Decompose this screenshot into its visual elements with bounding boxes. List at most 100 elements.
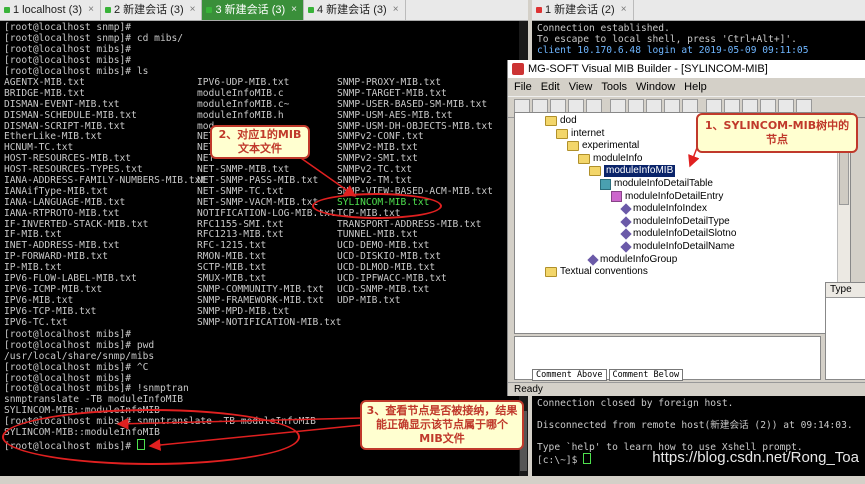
- terminal-line: [root@localhost mibs]# ^C: [4, 361, 149, 373]
- tree-node[interactable]: internet: [556, 128, 604, 140]
- callout-3: 3、查看节点是否被接纳，结果能正确显示该节点属于哪个MIB文件: [360, 400, 524, 450]
- tab-comment-below[interactable]: Comment Below: [608, 369, 684, 381]
- close-icon[interactable]: ×: [190, 0, 196, 20]
- tab-label: 2 新建会话 (3): [113, 4, 184, 16]
- mib-builder-window: MG-SOFT Visual MIB Builder - [SYLINCOM-M…: [507, 60, 865, 396]
- right-tab-bar: 1 新建会话 (2) ×: [532, 0, 865, 21]
- ls-file-entry: SNMP-MPD-MIB.txt: [197, 305, 290, 317]
- folder-icon: [567, 141, 579, 152]
- tree-node[interactable]: moduleInfoMIB: [589, 165, 676, 178]
- menu-help[interactable]: Help: [684, 81, 707, 93]
- leaf-icon: [620, 228, 632, 241]
- ls-file-entry: [337, 318, 493, 329]
- tree-node[interactable]: Textual conventions: [545, 266, 648, 278]
- window-title: MG-SOFT Visual MIB Builder - [SYLINCOM-M…: [528, 63, 768, 75]
- folder-icon: [589, 166, 601, 177]
- tree-node-label: moduleInfoDetailType: [633, 215, 730, 227]
- app-icon: [512, 63, 524, 75]
- tree-node-label: moduleInfoGroup: [600, 253, 678, 265]
- tree-node-label: moduleInfoDetailName: [633, 241, 735, 252]
- sylincom-file-ellipse: [312, 193, 442, 219]
- close-icon[interactable]: ×: [621, 0, 627, 20]
- tree-node-label: experimental: [582, 140, 640, 152]
- left-tab-1[interactable]: 1 localhost (3) ×: [0, 0, 101, 20]
- tab-label: 1 localhost (3): [13, 4, 83, 16]
- tree-node-label: Textual conventions: [560, 266, 648, 278]
- menu-edit[interactable]: Edit: [541, 81, 560, 93]
- cursor: [583, 453, 592, 465]
- ls-file-entry: IPV6-TC.txt: [4, 316, 68, 328]
- menu-tools[interactable]: Tools: [601, 81, 627, 93]
- tree-node-label: moduleInfo: [593, 152, 643, 164]
- ls-file-entry: IPV6-TCP-MIB.txt: [4, 305, 97, 317]
- terminal-line: Disconnected from remote host(新建会话 (2)) …: [537, 419, 853, 431]
- close-icon[interactable]: ×: [88, 0, 94, 20]
- tree-node[interactable]: moduleInfoDetailSlotno: [620, 228, 737, 241]
- entry-icon: [611, 191, 622, 203]
- tree-node-label: dod: [560, 115, 577, 126]
- type-column-header[interactable]: Type: [826, 283, 865, 298]
- tab-label: 3 新建会话 (3): [215, 4, 286, 16]
- ls-file-entry: SNMP-NOTIFICATION-MIB.txt: [197, 316, 342, 328]
- mib-builder-titlebar[interactable]: MG-SOFT Visual MIB Builder - [SYLINCOM-M…: [508, 60, 865, 78]
- close-icon[interactable]: ×: [291, 0, 297, 20]
- left-tab-bar: 1 localhost (3) × 2 新建会话 (3) × 3 新建会话 (3) × 4 …: [0, 0, 528, 21]
- comment-tabs: Comment Above Comment Below: [532, 369, 684, 381]
- tree-node[interactable]: moduleInfoGroup: [587, 253, 678, 266]
- tree-node[interactable]: moduleInfoIndex: [620, 203, 707, 215]
- menu-window[interactable]: Window: [636, 81, 675, 93]
- ls-file-entry: IANA-RTPROTO-MIB.txt: [4, 207, 120, 219]
- folder-icon: [578, 153, 590, 164]
- tree-node[interactable]: moduleInfoDetailName: [620, 241, 735, 253]
- folder-icon: [556, 128, 568, 139]
- left-tab-4[interactable]: 4 新建会话 (3) ×: [304, 0, 406, 20]
- callout-2: 2、对应1的MIB文本文件: [210, 125, 310, 159]
- status-icon: [536, 7, 542, 13]
- tree-node[interactable]: moduleInfo: [578, 153, 642, 165]
- tab-label: 4 新建会话 (3): [317, 4, 387, 16]
- terminal-line: client 10.170.6.48 login at 2019-05-09 0…: [537, 44, 809, 56]
- watermark: https://blog.csdn.net/Rong_Toa: [652, 449, 859, 466]
- leaf-icon: [620, 216, 632, 228]
- tree-node-label: moduleInfoDetailSlotno: [633, 228, 737, 240]
- group-icon: [587, 253, 599, 266]
- tree-node-label: moduleInfoIndex: [633, 203, 707, 215]
- tree-node[interactable]: moduleInfoDetailTable: [600, 178, 713, 190]
- tree-node[interactable]: moduleInfoDetailType: [620, 215, 730, 228]
- right-tab-1[interactable]: 1 新建会话 (2) ×: [532, 0, 634, 20]
- ls-file-entry: moduleInfoMIB.h: [197, 109, 284, 121]
- status-icon: [104, 7, 111, 13]
- status-bar: Ready: [508, 382, 865, 397]
- menu-file[interactable]: File: [514, 81, 532, 93]
- ls-file-entry: DISMAN-SCHEDULE-MIB.txt: [4, 109, 137, 121]
- folder-icon: [545, 116, 557, 126]
- properties-table: Type: [825, 282, 865, 380]
- ls-file-entry: SNMP-USM-AES-MIB.txt: [337, 109, 453, 121]
- bottom-status-strip: [0, 476, 865, 484]
- tree-node[interactable]: moduleInfoDetailEntry: [611, 191, 723, 203]
- tree-node[interactable]: experimental: [567, 140, 639, 152]
- tree-node-label: internet: [571, 127, 605, 139]
- ls-file-entry: UDP-MIB.txt: [337, 294, 401, 306]
- ls-file-entry: [337, 307, 493, 318]
- result-ellipse: [2, 409, 300, 465]
- status-icon: [308, 7, 314, 13]
- menu-view[interactable]: View: [569, 81, 593, 93]
- terminal-line: [root@localhost mibs]#: [4, 54, 132, 66]
- tab-label: 1 新建会话 (2): [545, 4, 615, 16]
- tree-node-label: moduleInfoDetailTable: [614, 178, 713, 189]
- tab-comment-above[interactable]: Comment Above: [532, 369, 607, 381]
- tree-node-label: moduleInfoMIB: [604, 165, 676, 178]
- close-icon[interactable]: ×: [393, 0, 399, 20]
- left-tab-3[interactable]: 3 新建会话 (3) ×: [202, 0, 304, 20]
- leaf-icon: [620, 203, 632, 215]
- terminal-line: [root@localhost mibs]# ls: [4, 65, 149, 77]
- table-icon: [600, 178, 611, 190]
- ls-column: AGENTX-MIB.txt BRIDGE-MIB.txt DISMAN-EVENT…: [4, 77, 206, 328]
- callout-1: 1、SYLINCOM-MIB树中的节点: [696, 113, 858, 153]
- tree-node-label: moduleInfoDetailEntry: [625, 190, 724, 202]
- tree-node[interactable]: dod: [545, 115, 577, 127]
- left-tab-2[interactable]: 2 新建会话 (3) ×: [101, 0, 203, 20]
- leaf-icon: [620, 241, 632, 253]
